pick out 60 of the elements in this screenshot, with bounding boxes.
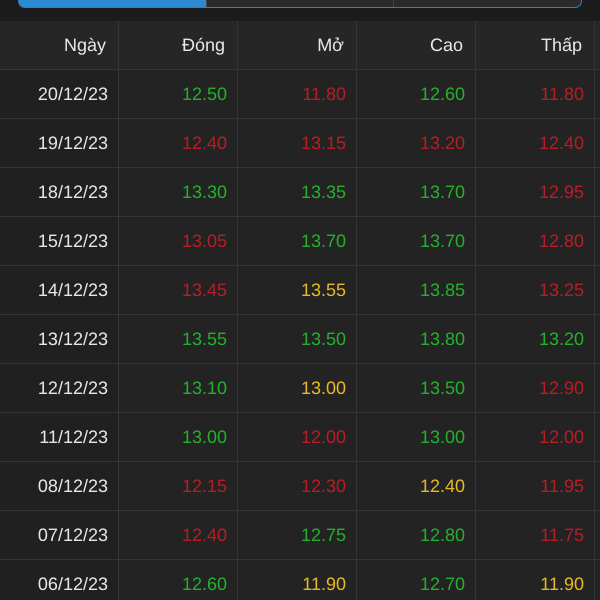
table-cell: 13.05	[119, 217, 237, 265]
table-cell: 12.40	[476, 119, 594, 167]
table-cell: 13/12/23	[0, 315, 118, 363]
table-cell: 13.00	[119, 413, 237, 461]
table-cell: 13.70	[357, 168, 475, 216]
table-cell: 13.10	[119, 364, 237, 412]
table-cell: 12.80	[476, 217, 594, 265]
table-cell: 12.40	[357, 462, 475, 510]
table-cell: 11.90	[238, 560, 356, 600]
table-cell: 12.40	[119, 119, 237, 167]
table-cell: 13.20	[357, 119, 475, 167]
table-cell: 14/12/23	[0, 266, 118, 314]
table-cell: 11.90	[476, 560, 594, 600]
table-cell: 13.55	[238, 266, 356, 314]
column-header: Thấp	[476, 21, 594, 69]
table-cell: 11.75	[476, 511, 594, 559]
table-cell: 13.45	[119, 266, 237, 314]
table-cell: 13.20	[476, 315, 594, 363]
table-cell: 12.15	[119, 462, 237, 510]
table-cell: 11.95	[476, 462, 594, 510]
column-header: Mở	[238, 21, 356, 69]
table-cell: 18/12/23	[0, 168, 118, 216]
table-cell: 12.60	[119, 560, 237, 600]
table-cell: 12.95	[476, 168, 594, 216]
table-cell: 12.40	[119, 511, 237, 559]
table-cell: 08/12/23	[0, 462, 118, 510]
table-cell: 07/12/23	[0, 511, 118, 559]
table-cell: 12.80	[357, 511, 475, 559]
table-cell: 11.80	[238, 70, 356, 118]
table-cell: 13.55	[119, 315, 237, 363]
table-cell: 13.85	[357, 266, 475, 314]
table-cell: 12/12/23	[0, 364, 118, 412]
table-cell: 13.80	[357, 315, 475, 363]
table-cell: 11.80	[476, 70, 594, 118]
table-cell: 19/12/23	[0, 119, 118, 167]
table-cell: 12.70	[357, 560, 475, 600]
table-cell: 20/12/23	[0, 70, 118, 118]
table-cell: 13.35	[238, 168, 356, 216]
table-cell: 11/12/23	[0, 413, 118, 461]
table-cell: 12.75	[238, 511, 356, 559]
table-cell: 13.70	[238, 217, 356, 265]
table-cell: 12.50	[119, 70, 237, 118]
table-cell: 12.00	[238, 413, 356, 461]
table-cell: 13.50	[238, 315, 356, 363]
table-cell: 13.00	[238, 364, 356, 412]
column-header: Đóng	[119, 21, 237, 69]
table-cell: 13.15	[238, 119, 356, 167]
table-cell: 12.60	[357, 70, 475, 118]
table-cell: 06/12/23	[0, 560, 118, 600]
table-cell: 13.25	[476, 266, 594, 314]
table-cell: 12.90	[476, 364, 594, 412]
table-cell: 12.00	[476, 413, 594, 461]
table-cell: 13.00	[357, 413, 475, 461]
table-cell: 13.70	[357, 217, 475, 265]
table-cell: 13.50	[357, 364, 475, 412]
table-cell: 12.30	[238, 462, 356, 510]
table-cell: 15/12/23	[0, 217, 118, 265]
column-header: Cao	[357, 21, 475, 69]
table-cell: 13.30	[119, 168, 237, 216]
column-header: Ngày	[0, 21, 118, 69]
